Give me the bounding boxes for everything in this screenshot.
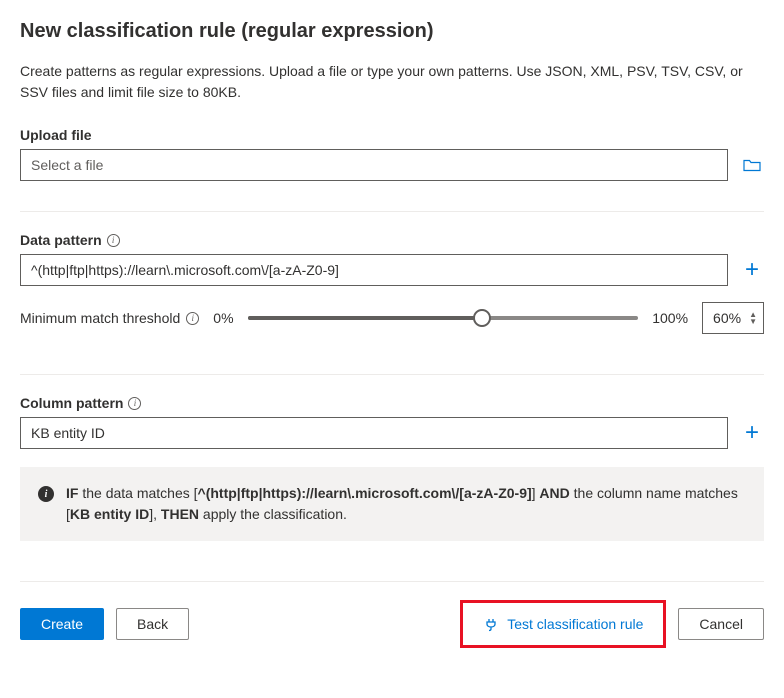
info-icon[interactable]: i xyxy=(128,397,141,410)
threshold-min: 0% xyxy=(213,310,233,326)
create-button[interactable]: Create xyxy=(20,608,104,640)
threshold-label: Minimum match threshold i xyxy=(20,310,199,326)
divider xyxy=(20,211,764,212)
info-filled-icon: i xyxy=(38,486,54,502)
slider-thumb[interactable] xyxy=(473,309,491,327)
add-column-pattern-button[interactable]: + xyxy=(740,421,764,445)
rule-summary: i IF the data matches [^(http|ftp|https)… xyxy=(20,467,764,541)
upload-label: Upload file xyxy=(20,127,764,143)
threshold-slider[interactable] xyxy=(248,316,639,320)
column-pattern-label: Column pattern i xyxy=(20,395,764,411)
back-button[interactable]: Back xyxy=(116,608,189,640)
info-icon[interactable]: i xyxy=(186,312,199,325)
page-description: Create patterns as regular expressions. … xyxy=(20,61,764,103)
threshold-value-input[interactable]: 60% ▲ ▼ xyxy=(702,302,764,334)
highlight-annotation: Test classification rule xyxy=(460,600,666,648)
chevron-down-icon[interactable]: ▼ xyxy=(749,318,757,325)
cancel-button[interactable]: Cancel xyxy=(678,608,764,640)
plug-icon xyxy=(483,616,499,632)
plus-icon: + xyxy=(745,421,759,445)
data-pattern-label: Data pattern i xyxy=(20,232,764,248)
threshold-max: 100% xyxy=(652,310,688,326)
info-icon[interactable]: i xyxy=(107,234,120,247)
upload-file-input[interactable] xyxy=(20,149,728,181)
data-pattern-input[interactable] xyxy=(20,254,728,286)
column-pattern-input[interactable] xyxy=(20,417,728,449)
test-classification-button[interactable]: Test classification rule xyxy=(465,606,661,642)
add-data-pattern-button[interactable]: + xyxy=(740,258,764,282)
plus-icon: + xyxy=(745,258,759,282)
page-title: New classification rule (regular express… xyxy=(20,20,764,43)
browse-folder-icon[interactable] xyxy=(740,153,764,177)
divider xyxy=(20,374,764,375)
